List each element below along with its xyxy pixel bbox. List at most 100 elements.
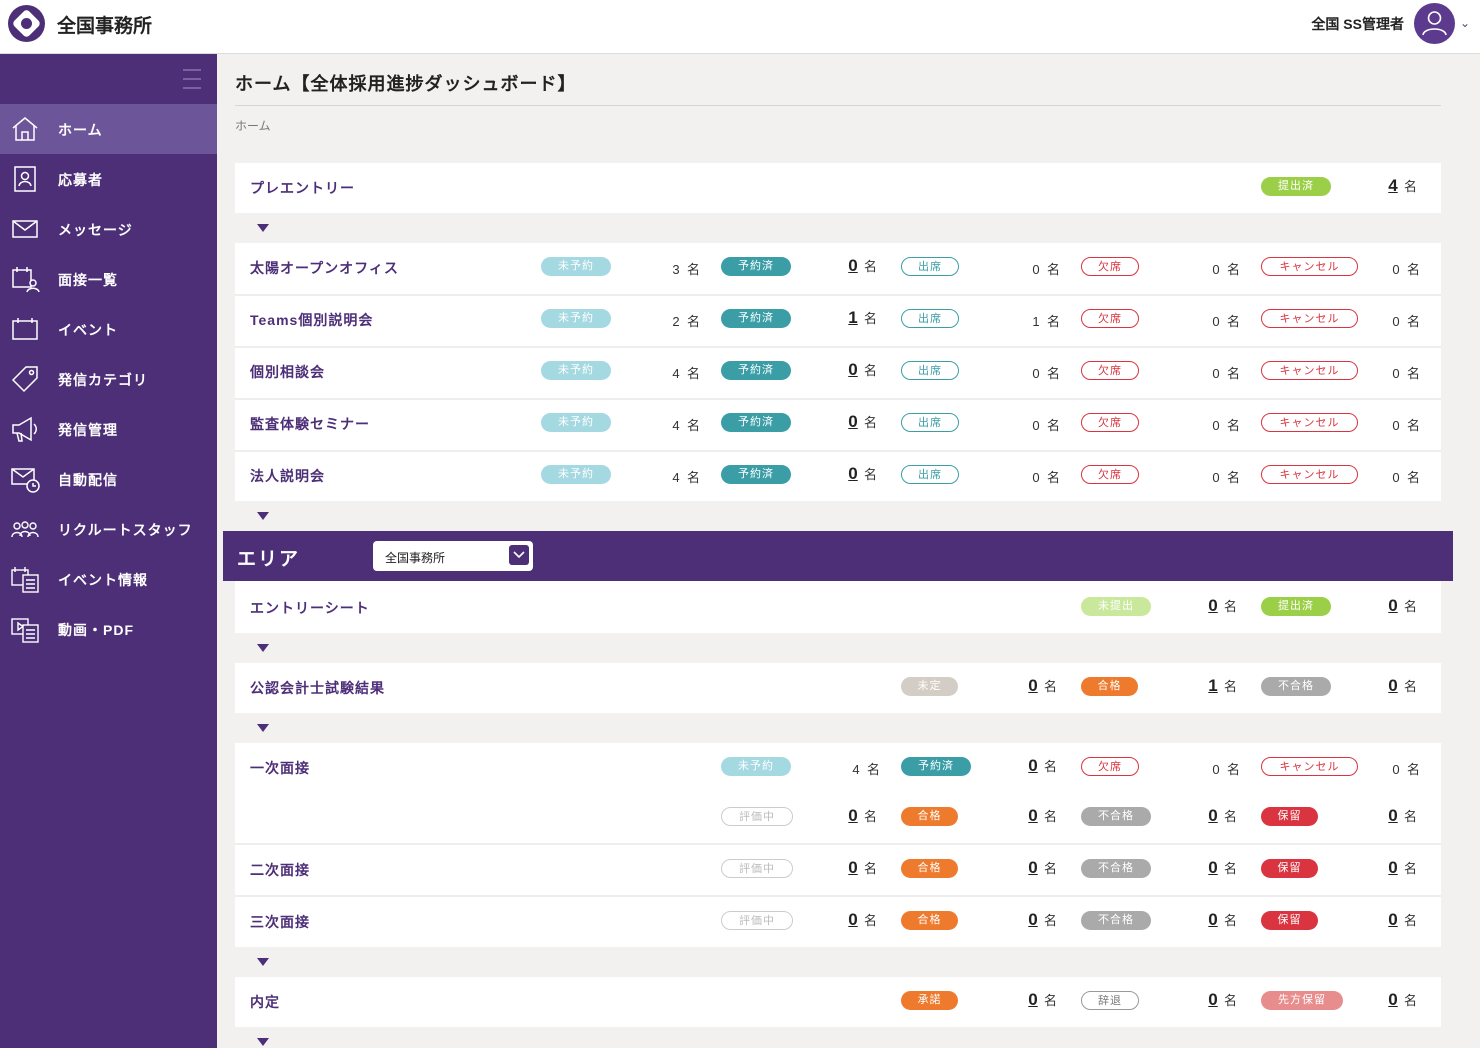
chevron-down-icon[interactable]: ⌄ bbox=[1460, 16, 1470, 30]
offer-label[interactable]: 内定 bbox=[250, 992, 280, 1012]
user-icon bbox=[1422, 11, 1447, 36]
accepted-count[interactable]: 0名 bbox=[1028, 990, 1057, 1010]
status-badge-submitted: 提出済 bbox=[1261, 177, 1331, 196]
status-badge-reserved: 予約済 bbox=[721, 257, 791, 276]
status-badge-pass: 合格 bbox=[901, 859, 958, 878]
expand-arrow-icon[interactable] bbox=[257, 1038, 269, 1046]
sidebar-item-messages[interactable]: メッセージ bbox=[0, 204, 217, 254]
status-badge-attended: 出席 bbox=[901, 257, 959, 276]
status-badge-reserved: 予約済 bbox=[901, 757, 971, 776]
expand-arrow-icon[interactable] bbox=[257, 224, 269, 232]
fail-count[interactable]: 0名 bbox=[1208, 910, 1237, 930]
evaluating-count[interactable]: 0名 bbox=[848, 858, 877, 878]
menu-toggle-icon[interactable] bbox=[183, 69, 201, 89]
row-divider bbox=[235, 346, 1441, 348]
sidebar-item-label: 動画・PDF bbox=[58, 622, 134, 638]
sidebar-item-label: メッセージ bbox=[58, 222, 133, 238]
second-interview-label[interactable]: 二次面接 bbox=[250, 860, 310, 880]
status-badge-reserved: 予約済 bbox=[721, 465, 791, 484]
other-hold-count[interactable]: 0名 bbox=[1388, 990, 1417, 1010]
status-badge-reserved: 予約済 bbox=[721, 361, 791, 380]
cpa-result-label[interactable]: 公認会計士試験結果 bbox=[250, 678, 385, 698]
cancel-count: 0名 bbox=[1392, 418, 1421, 433]
area-select[interactable]: 全国事務所 bbox=[373, 541, 533, 571]
status-badge-pass: 合格 bbox=[901, 807, 958, 826]
status-badge-unreserved: 未予約 bbox=[541, 361, 611, 380]
event-name[interactable]: 個別相談会 bbox=[250, 362, 325, 382]
evaluating-count[interactable]: 0名 bbox=[848, 910, 877, 930]
pre-entry-count[interactable]: 4名 bbox=[1388, 176, 1417, 196]
unreserved-count: 3名 bbox=[672, 262, 701, 277]
sidebar-item-event-info[interactable]: イベント情報 bbox=[0, 554, 217, 604]
pass-count[interactable]: 0名 bbox=[1028, 806, 1057, 826]
status-badge-cancel: キャンセル bbox=[1261, 413, 1358, 432]
event-name[interactable]: 法人説明会 bbox=[250, 466, 325, 486]
expand-arrow-icon[interactable] bbox=[257, 644, 269, 652]
status-badge-absent: 欠席 bbox=[1081, 413, 1139, 432]
fail-count[interactable]: 0名 bbox=[1208, 806, 1237, 826]
row-divider bbox=[235, 398, 1441, 400]
not-submitted-count[interactable]: 0名 bbox=[1208, 596, 1237, 616]
sidebar-item-home[interactable]: ホーム bbox=[0, 104, 217, 154]
sidebar-item-categories[interactable]: 発信カテゴリ bbox=[0, 354, 217, 404]
status-badge-cancel: キャンセル bbox=[1261, 309, 1358, 328]
pre-entry-card bbox=[235, 163, 1441, 213]
interviews-card bbox=[235, 743, 1441, 947]
user-name[interactable]: 全国 SS管理者 bbox=[1311, 14, 1404, 34]
reserved-count[interactable]: 0名 bbox=[848, 464, 877, 484]
sidebar-item-recruit-staff[interactable]: リクルートスタッフ bbox=[0, 504, 217, 554]
events-card bbox=[235, 243, 1441, 501]
fail-count[interactable]: 0名 bbox=[1208, 858, 1237, 878]
reserved-count[interactable]: 0名 bbox=[848, 256, 877, 276]
evaluating-count[interactable]: 0名 bbox=[848, 806, 877, 826]
undecided-count[interactable]: 0名 bbox=[1028, 676, 1057, 696]
submitted-count[interactable]: 0名 bbox=[1388, 596, 1417, 616]
status-badge-fail: 不合格 bbox=[1081, 859, 1151, 878]
pass-count[interactable]: 1名 bbox=[1208, 676, 1237, 696]
hold-count[interactable]: 0名 bbox=[1388, 910, 1417, 930]
cancel-count: 0名 bbox=[1392, 470, 1421, 485]
sidebar-item-label: イベント bbox=[58, 322, 118, 338]
sidebar-item-broadcast[interactable]: 発信管理 bbox=[0, 404, 217, 454]
top-header: 全国事務所 全国 SS管理者 ⌄ bbox=[0, 0, 1480, 54]
pre-entry-label[interactable]: プレエントリー bbox=[250, 178, 355, 198]
first-interview-label[interactable]: 一次面接 bbox=[250, 758, 310, 778]
reserved-count[interactable]: 0名 bbox=[848, 360, 877, 380]
sidebar-item-label: 自動配信 bbox=[58, 472, 118, 488]
row-divider bbox=[235, 843, 1441, 845]
applicant-icon bbox=[14, 166, 36, 192]
breadcrumb[interactable]: ホーム bbox=[235, 117, 271, 134]
pass-count[interactable]: 0名 bbox=[1028, 858, 1057, 878]
reserved-count[interactable]: 0名 bbox=[848, 412, 877, 432]
unreserved-count: 4名 bbox=[672, 366, 701, 381]
expand-arrow-icon[interactable] bbox=[257, 958, 269, 966]
sidebar-item-auto-delivery[interactable]: 自動配信 bbox=[0, 454, 217, 504]
hold-count[interactable]: 0名 bbox=[1388, 858, 1417, 878]
expand-arrow-icon[interactable] bbox=[257, 512, 269, 520]
sidebar-item-video-pdf[interactable]: 動画・PDF bbox=[0, 604, 217, 654]
event-name[interactable]: Teams個別説明会 bbox=[250, 310, 373, 330]
hold-count[interactable]: 0名 bbox=[1388, 806, 1417, 826]
status-badge-absent: 欠席 bbox=[1081, 257, 1139, 276]
third-interview-label[interactable]: 三次面接 bbox=[250, 912, 310, 932]
pass-count[interactable]: 0名 bbox=[1028, 910, 1057, 930]
declined-count[interactable]: 0名 bbox=[1208, 990, 1237, 1010]
sidebar-item-events[interactable]: イベント bbox=[0, 304, 217, 354]
reserved-count[interactable]: 0名 bbox=[1028, 756, 1057, 776]
user-avatar[interactable] bbox=[1414, 3, 1455, 44]
status-badge-evaluating: 評価中 bbox=[721, 859, 793, 878]
chevron-down-icon[interactable] bbox=[509, 545, 529, 565]
reserved-count[interactable]: 1名 bbox=[848, 308, 877, 328]
event-name[interactable]: 監査体験セミナー bbox=[250, 414, 370, 434]
entry-sheet-label[interactable]: エントリーシート bbox=[250, 598, 370, 618]
status-badge-declined: 辞退 bbox=[1081, 991, 1139, 1010]
event-name[interactable]: 太陽オープンオフィス bbox=[250, 258, 399, 278]
sidebar-item-interviews[interactable]: 面接一覧 bbox=[0, 254, 217, 304]
unreserved-count: 4名 bbox=[672, 470, 701, 485]
expand-arrow-icon[interactable] bbox=[257, 724, 269, 732]
status-badge-hold: 保留 bbox=[1261, 911, 1318, 930]
status-badge-absent: 欠席 bbox=[1081, 465, 1139, 484]
app-logo[interactable] bbox=[8, 5, 45, 42]
sidebar-item-applicants[interactable]: 応募者 bbox=[0, 154, 217, 204]
fail-count[interactable]: 0名 bbox=[1388, 676, 1417, 696]
